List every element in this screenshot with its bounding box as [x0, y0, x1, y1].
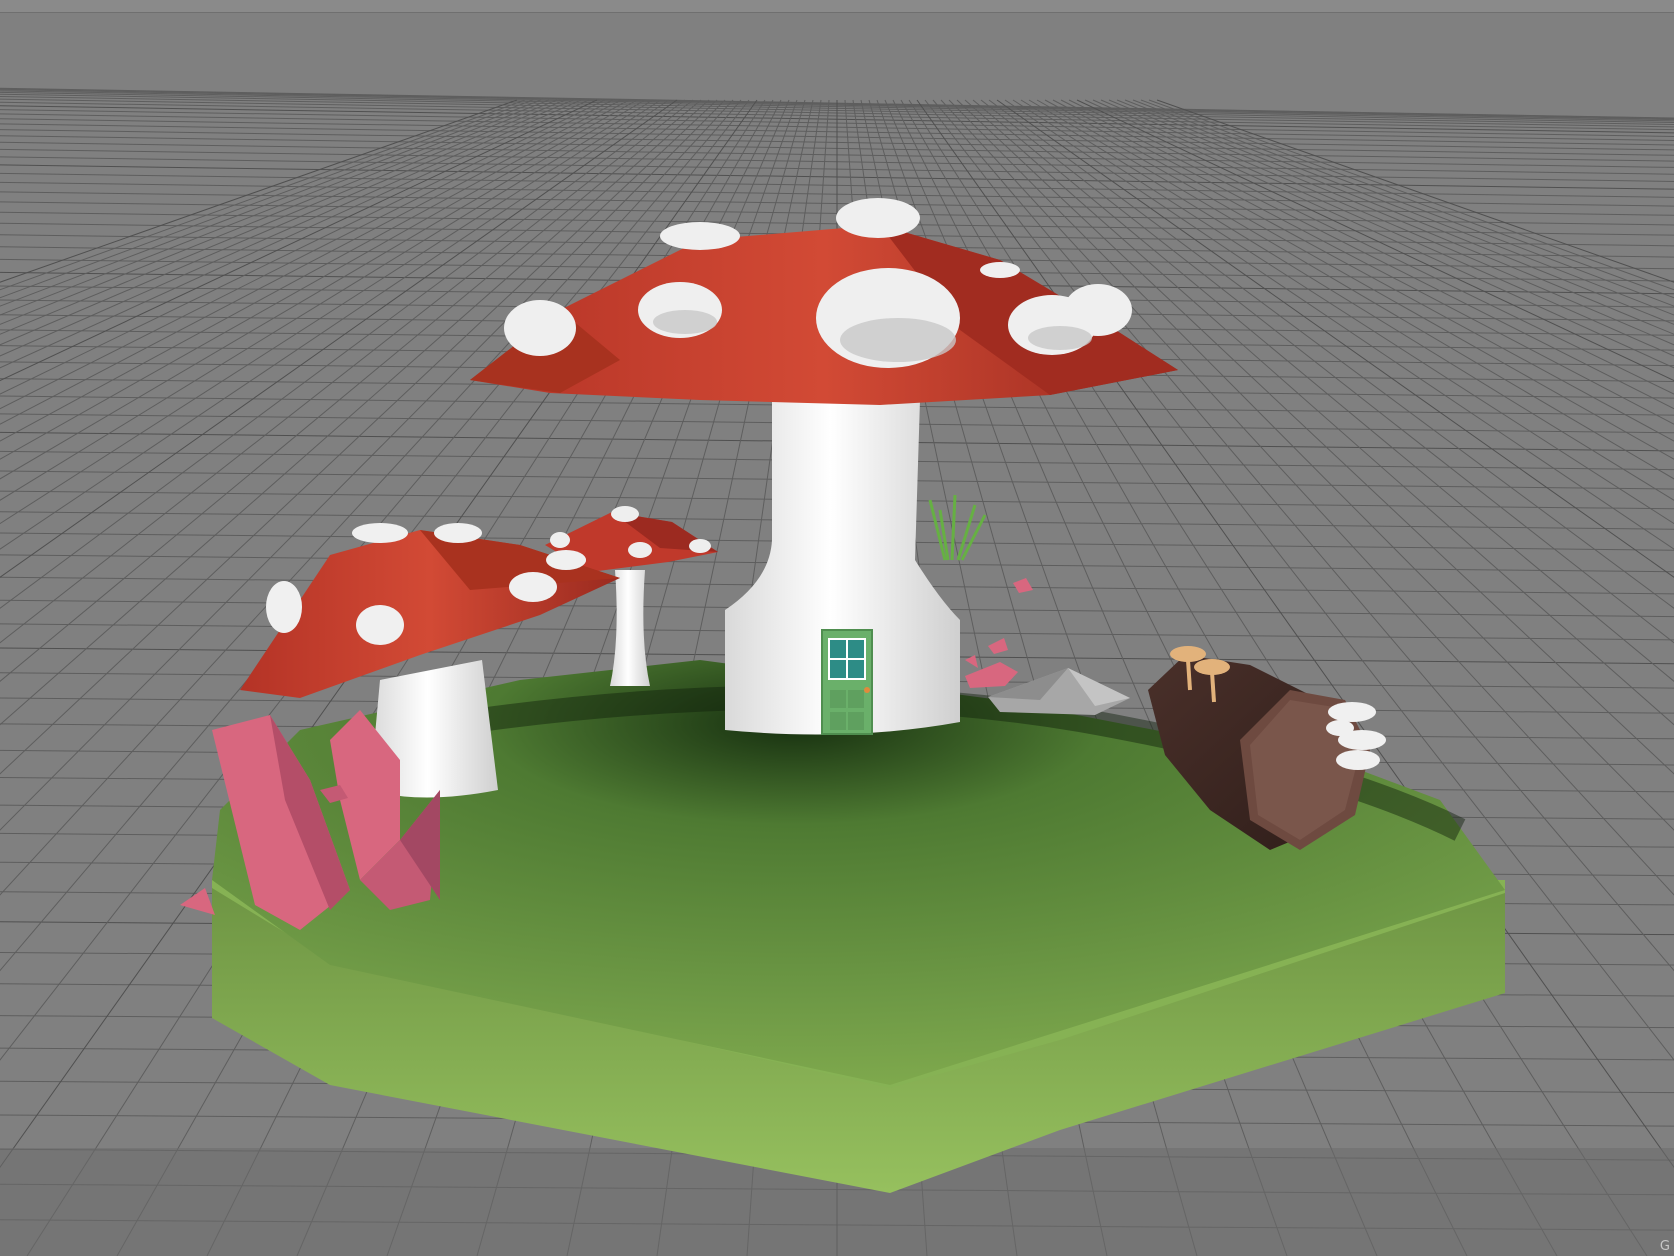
grass-tuft: [928, 494, 987, 561]
3d-viewport[interactable]: G: [0, 0, 1674, 1256]
scene-canvas[interactable]: [0, 0, 1674, 1256]
viewport-corner-label: G: [1659, 1239, 1670, 1254]
viewport-top-border: [0, 0, 1674, 13]
mushroom-house[interactable]: [470, 198, 1178, 735]
door[interactable]: [821, 629, 873, 735]
door-knob-icon: [864, 687, 870, 693]
